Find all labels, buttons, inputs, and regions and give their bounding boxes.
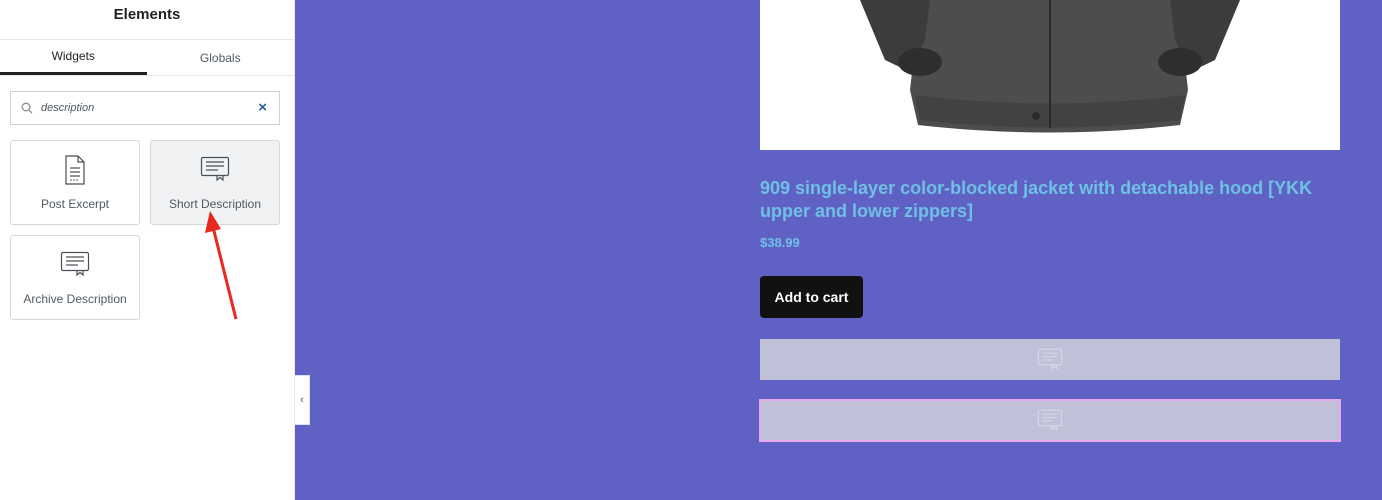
short-description-placeholder-selected[interactable]: [759, 399, 1341, 442]
short-description-icon: [1037, 409, 1063, 431]
search-icon: [21, 102, 33, 114]
widget-post-excerpt[interactable]: Post Excerpt: [10, 140, 140, 225]
panel-tabs: Widgets Globals: [0, 40, 294, 76]
widget-label: Archive Description: [23, 292, 127, 306]
add-to-cart-button[interactable]: Add to cart: [760, 276, 863, 318]
archive-description-icon: [60, 250, 90, 280]
elements-panel: Elements Widgets Globals × Post Exce: [0, 0, 295, 500]
post-excerpt-icon: [63, 155, 87, 185]
product-image: [760, 0, 1340, 150]
short-description-placeholder[interactable]: [760, 339, 1340, 380]
widget-label: Post Excerpt: [40, 197, 110, 211]
widget-archive-description[interactable]: Archive Description: [10, 235, 140, 320]
panel-title: Elements: [113, 6, 181, 23]
search-input[interactable]: [41, 102, 241, 114]
close-icon[interactable]: ×: [258, 100, 267, 116]
tab-widgets[interactable]: Widgets: [0, 40, 147, 75]
collapse-panel-button[interactable]: ‹: [295, 375, 310, 425]
annotation-arrow-icon: [205, 211, 238, 320]
panel-header: Elements: [0, 0, 294, 40]
product-price: $38.99: [760, 235, 800, 250]
product-title[interactable]: 909 single-layer color-blocked jacket wi…: [760, 177, 1340, 223]
short-description-icon: [200, 155, 230, 185]
short-description-icon: [1037, 348, 1063, 370]
tab-globals[interactable]: Globals: [147, 40, 295, 75]
widget-search: ×: [10, 91, 280, 125]
